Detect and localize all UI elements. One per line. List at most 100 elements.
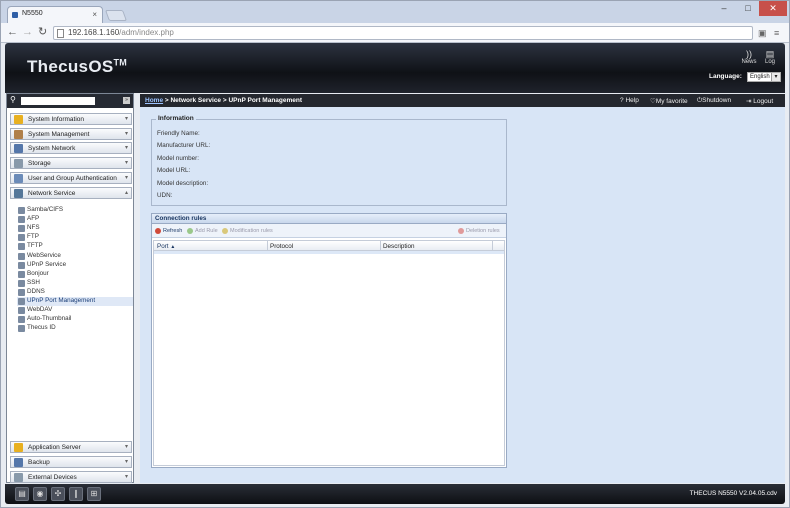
chevron-down-icon: ▾: [771, 73, 780, 81]
sidebar-group-label: System Information: [28, 116, 84, 123]
sidebar-group-system-network[interactable]: System Network ▾: [10, 142, 132, 155]
sidebar-item-ftp[interactable]: FTP: [17, 233, 133, 242]
sidebar-item-nfs[interactable]: NFS: [17, 224, 133, 233]
samba-cifs-icon: [18, 207, 25, 214]
chevron-icon: ▾: [124, 175, 128, 182]
tab-close-icon[interactable]: ×: [92, 10, 97, 19]
chevron-down-icon: ▾: [124, 458, 128, 465]
chevron-icon: ▾: [124, 130, 128, 137]
sidebar-group-network-service[interactable]: Network Service ▴: [10, 186, 132, 199]
new-tab-button[interactable]: [104, 10, 128, 21]
sidebar-item-auto-thumbnail[interactable]: Auto-Thumbnail: [17, 315, 133, 324]
help-icon: ?: [620, 97, 624, 104]
rules-toolbar: Refresh Add Rule Modification rules Dele…: [152, 224, 506, 238]
close-window-button[interactable]: ✕: [759, 1, 787, 16]
delete-rules-button[interactable]: Deletion rules: [458, 228, 500, 234]
chevron-icon: ▾: [124, 145, 128, 152]
sidebar-search-bar: ⚲ »: [7, 94, 133, 108]
camera-icon[interactable]: ◉: [33, 487, 47, 501]
news-button[interactable]: )) News: [741, 49, 757, 65]
disk-icon[interactable]: ▤: [15, 487, 29, 501]
add-rule-button[interactable]: Add Rule: [187, 228, 218, 234]
temperature-icon[interactable]: ❙: [69, 487, 83, 501]
sidebar-group-application-server[interactable]: Application Server ▾: [10, 441, 132, 453]
sidebar-item-ssh[interactable]: SSH: [17, 279, 133, 288]
webdav-icon: [18, 307, 25, 315]
sidebar-group-storage[interactable]: Storage ▾: [10, 157, 132, 170]
menu-icon[interactable]: ≡: [774, 28, 779, 38]
user-and-group-authentication-icon: [14, 174, 23, 184]
chevron-down-icon: ▾: [124, 444, 128, 450]
sidebar-group-label: Application Server: [28, 444, 81, 451]
system-network-icon: [14, 144, 23, 154]
language-value: English: [750, 74, 770, 80]
sidebar-group-label: System Network: [28, 145, 76, 153]
favicon-icon: [12, 12, 18, 18]
fan-icon[interactable]: ✣: [51, 487, 65, 501]
system-management-icon: [14, 129, 23, 139]
column-protocol[interactable]: Protocol: [270, 243, 293, 250]
rules-grid: Port ▲ Protocol Description: [153, 240, 505, 466]
thecus-logo: ThecusOSTM: [27, 57, 128, 76]
sidebar-group-system-management[interactable]: System Management ▾: [10, 127, 132, 140]
reload-icon[interactable]: ↻: [38, 26, 47, 39]
back-icon[interactable]: ←: [7, 26, 18, 39]
system-information-icon: [14, 115, 23, 124]
refresh-icon: [155, 228, 161, 234]
sidebar-group-user-and-group-authentication[interactable]: User and Group Authentication ▾: [10, 172, 132, 185]
nfs-icon: [18, 225, 25, 233]
sidebar-item-webdav[interactable]: WebDAV: [17, 306, 133, 315]
tab-title: N5550: [22, 10, 43, 17]
search-go-button[interactable]: »: [123, 97, 130, 104]
sidebar-item-label: UPnP Port Management: [27, 297, 96, 304]
refresh-button[interactable]: Refresh: [155, 228, 182, 234]
sidebar-item-upnp-service[interactable]: UPnP Service: [17, 261, 133, 270]
breadcrumb: Home > Network Service > UPnP Port Manag…: [145, 97, 302, 104]
breadcrumb-bar: Home > Network Service > UPnP Port Manag…: [140, 94, 785, 107]
sidebar-item-webservice[interactable]: WebService: [17, 252, 133, 261]
chevron-icon: ▴: [124, 189, 128, 196]
breadcrumb-path: > Network Service > UPnP Port Management: [163, 97, 303, 104]
sidebar-item-bonjour[interactable]: Bonjour: [17, 270, 133, 279]
sidebar-item-ddns[interactable]: DDNS: [17, 288, 133, 297]
sidebar-item-tftp[interactable]: TFTP: [17, 242, 133, 251]
page-icon: [57, 29, 64, 38]
help-link[interactable]: ? Help: [620, 97, 639, 104]
logout-link[interactable]: ⇥ Logout: [746, 97, 773, 105]
breadcrumb-home-link[interactable]: Home: [145, 97, 163, 104]
browser-tab[interactable]: N5550 ×: [7, 6, 103, 23]
sidebar-group-system-information[interactable]: System Information ▾: [10, 113, 132, 125]
tab-strip: N5550 × – □ ✕: [1, 1, 789, 23]
minimize-button[interactable]: –: [713, 1, 735, 16]
column-port[interactable]: Port ▲: [157, 243, 175, 250]
info-field-udn: UDN:: [157, 192, 173, 199]
menu-search-input[interactable]: [21, 97, 95, 105]
chevron-icon: ▾: [124, 116, 128, 122]
thecus-id-icon: [18, 325, 25, 333]
language-select[interactable]: English ▾: [747, 72, 781, 82]
log-button[interactable]: ▤ Log: [762, 49, 778, 65]
forward-icon[interactable]: →: [22, 26, 33, 39]
extension-icon[interactable]: ▣: [758, 28, 767, 39]
main-content: Information Friendly Name: Manufacturer U…: [140, 107, 785, 483]
log-icon: ▤: [765, 49, 775, 59]
favorite-link[interactable]: ♡My favorite: [650, 97, 688, 105]
column-description[interactable]: Description: [383, 243, 415, 250]
sidebar-item-label: Samba/CIFS: [27, 206, 64, 213]
info-field-friendly-name: Friendly Name:: [157, 130, 200, 137]
sidebar-group-backup[interactable]: Backup ▾: [10, 455, 132, 468]
sidebar-item-label: WebService: [27, 251, 61, 259]
maximize-button[interactable]: □: [737, 1, 759, 16]
sidebar-item-samba-cifs[interactable]: Samba/CIFS: [17, 206, 133, 215]
network-icon[interactable]: ⊞: [87, 487, 101, 501]
sidebar-item-upnp-port-management[interactable]: UPnP Port Management: [17, 297, 133, 306]
edit-icon: [222, 228, 228, 234]
modify-rules-button[interactable]: Modification rules: [222, 228, 273, 234]
url-field[interactable]: 192.168.1.160/adm/index.php ☆: [53, 26, 753, 40]
sidebar-item-afp[interactable]: AFP: [17, 215, 133, 224]
afp-icon: [18, 216, 25, 224]
shutdown-link[interactable]: ⏻Shutdown: [697, 97, 731, 105]
sidebar-item-thecus-id[interactable]: Thecus ID: [17, 324, 133, 333]
sidebar-item-label: NFS: [27, 224, 40, 232]
sidebar-group-external-devices[interactable]: External Devices ▾: [10, 470, 132, 483]
